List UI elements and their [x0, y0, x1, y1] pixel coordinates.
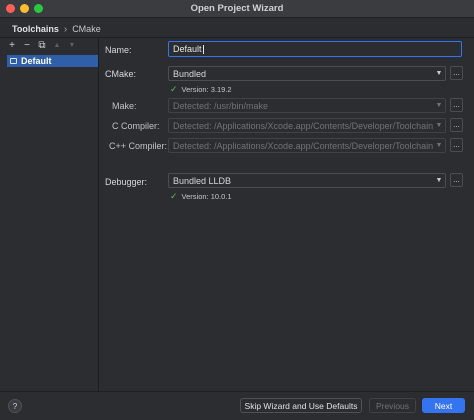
move-down-icon[interactable]: ▼	[67, 38, 77, 54]
debugger-browse-button[interactable]: ...	[450, 173, 463, 187]
breadcrumb-toolchains[interactable]: Toolchains	[12, 24, 59, 34]
copy-icon[interactable]: ⧉	[37, 38, 47, 54]
chevron-down-icon: ▼	[435, 102, 443, 109]
breadcrumb-cmake: CMake	[72, 24, 101, 34]
move-up-icon[interactable]: ▲	[52, 38, 62, 54]
debugger-select[interactable]: Bundled LLDB ▼	[168, 173, 446, 188]
debugger-version: ✓ Version: 10.0.1	[170, 191, 232, 202]
add-icon[interactable]: +	[7, 38, 17, 54]
minimize-window-button[interactable]	[20, 4, 29, 13]
window-titlebar: Open Project Wizard	[0, 0, 474, 18]
chevron-down-icon: ▼	[435, 177, 443, 184]
sidebar-item-label: Default	[21, 56, 52, 66]
window-title: Open Project Wizard	[190, 3, 284, 14]
name-input-value: Default	[173, 43, 202, 54]
name-input[interactable]: Default	[168, 41, 462, 57]
next-button[interactable]: Next	[422, 398, 465, 413]
debugger-select-value: Bundled LLDB	[173, 175, 232, 186]
remove-icon[interactable]: −	[22, 38, 32, 54]
cmake-select[interactable]: Bundled ▼	[168, 66, 446, 81]
sidebar-item-default[interactable]: Default	[7, 55, 98, 67]
breadcrumb: Toolchains › CMake	[12, 22, 101, 36]
chevron-down-icon: ▼	[435, 122, 443, 129]
cmake-version-text: Version: 3.19.2	[181, 85, 232, 94]
c-compiler-label: C Compiler:	[112, 121, 160, 131]
breadcrumb-chevron-icon: ›	[63, 23, 68, 35]
cpp-compiler-input[interactable]: Detected: /Applications/Xcode.app/Conten…	[168, 138, 446, 153]
toolchain-icon	[10, 58, 17, 64]
make-input[interactable]: Detected: /usr/bin/make ▼	[168, 98, 446, 113]
c-compiler-input-placeholder: Detected: /Applications/Xcode.app/Conten…	[173, 120, 433, 131]
cpp-compiler-label: C++ Compiler:	[109, 141, 168, 151]
skip-wizard-button[interactable]: Skip Wizard and Use Defaults	[240, 398, 362, 413]
chevron-down-icon: ▼	[435, 70, 443, 77]
help-icon[interactable]: ?	[8, 399, 22, 413]
footer-divider	[0, 391, 474, 392]
c-compiler-input[interactable]: Detected: /Applications/Xcode.app/Conten…	[168, 118, 446, 133]
zoom-window-button[interactable]	[34, 4, 43, 13]
cpp-compiler-input-placeholder: Detected: /Applications/Xcode.app/Conten…	[173, 140, 433, 151]
window-controls	[6, 4, 43, 13]
check-icon: ✓	[170, 84, 178, 94]
c-compiler-browse-button[interactable]: ...	[450, 118, 463, 132]
debugger-version-text: Version: 10.0.1	[181, 192, 232, 201]
check-icon: ✓	[170, 191, 178, 201]
cmake-browse-button[interactable]: ...	[450, 66, 463, 80]
previous-button[interactable]: Previous	[369, 398, 416, 413]
make-input-placeholder: Detected: /usr/bin/make	[173, 100, 269, 111]
close-window-button[interactable]	[6, 4, 15, 13]
cmake-label: CMake:	[105, 69, 137, 79]
cmake-select-value: Bundled	[173, 68, 207, 79]
make-browse-button[interactable]: ...	[450, 98, 463, 112]
cpp-compiler-browse-button[interactable]: ...	[450, 138, 463, 152]
toolchain-sidebar: + − ⧉ ▲ ▼ Default	[0, 38, 99, 391]
debugger-label: Debugger:	[105, 177, 148, 187]
name-label: Name:	[105, 45, 132, 55]
cmake-version: ✓ Version: 3.19.2	[170, 84, 232, 95]
make-label: Make:	[112, 101, 137, 111]
sidebar-toolbar: + − ⧉ ▲ ▼	[0, 38, 98, 54]
chevron-down-icon: ▼	[435, 142, 443, 149]
